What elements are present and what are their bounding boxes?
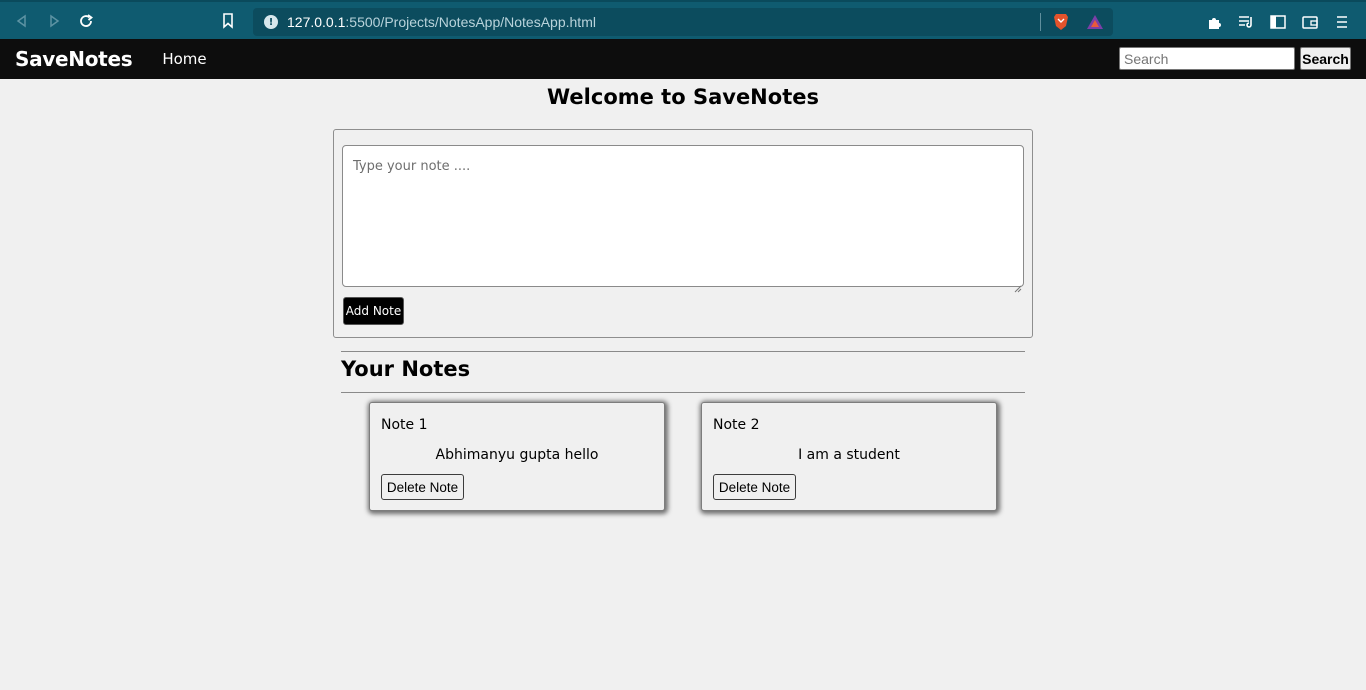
- note-text: I am a student: [798, 447, 900, 463]
- note-text: Abhimanyu gupta hello: [435, 447, 599, 463]
- add-note-panel: Add Note: [333, 129, 1033, 338]
- brave-shields-icon[interactable]: [1053, 13, 1069, 31]
- resize-handle-icon[interactable]: [1014, 278, 1022, 293]
- app-navbar: SaveNotes Home Search: [0, 39, 1366, 79]
- notes-heading: Your Notes: [341, 357, 471, 381]
- playlist-icon[interactable]: [1230, 9, 1262, 35]
- notes-divider-top: [341, 351, 1025, 352]
- delete-note-button[interactable]: Delete Note: [381, 474, 464, 500]
- note-card: Note 2 I am a student Delete Note: [701, 402, 997, 511]
- address-bar[interactable]: ! 127.0.0.1:5500/Projects/NotesApp/Notes…: [253, 8, 1113, 36]
- back-icon[interactable]: [6, 5, 38, 37]
- note-textarea[interactable]: [342, 145, 1024, 287]
- url-divider: [1040, 13, 1041, 31]
- forward-icon[interactable]: [38, 5, 70, 37]
- search-input[interactable]: [1119, 47, 1295, 70]
- extensions-icon[interactable]: [1198, 9, 1230, 35]
- nav-home-link[interactable]: Home: [162, 50, 206, 68]
- brand-logo[interactable]: SaveNotes: [15, 47, 133, 71]
- bookmark-icon[interactable]: [222, 13, 234, 33]
- notes-divider-bottom: [341, 392, 1025, 393]
- search-button[interactable]: Search: [1300, 47, 1351, 70]
- brave-rewards-icon[interactable]: [1086, 13, 1104, 31]
- note-title: Note 1: [381, 417, 428, 433]
- site-info-icon[interactable]: !: [264, 15, 278, 29]
- reload-icon[interactable]: [70, 5, 102, 37]
- delete-note-button[interactable]: Delete Note: [713, 474, 796, 500]
- browser-toolbar: ! 127.0.0.1:5500/Projects/NotesApp/Notes…: [0, 0, 1366, 39]
- url-text: 127.0.0.1:5500/Projects/NotesApp/NotesAp…: [287, 14, 596, 30]
- sidebar-icon[interactable]: [1262, 9, 1294, 35]
- page-title: Welcome to SaveNotes: [547, 85, 819, 109]
- menu-icon[interactable]: [1326, 9, 1358, 35]
- note-title: Note 2: [713, 417, 760, 433]
- note-card: Note 1 Abhimanyu gupta hello Delete Note: [369, 402, 665, 511]
- add-note-button[interactable]: Add Note: [343, 297, 404, 325]
- wallet-icon[interactable]: [1294, 9, 1326, 35]
